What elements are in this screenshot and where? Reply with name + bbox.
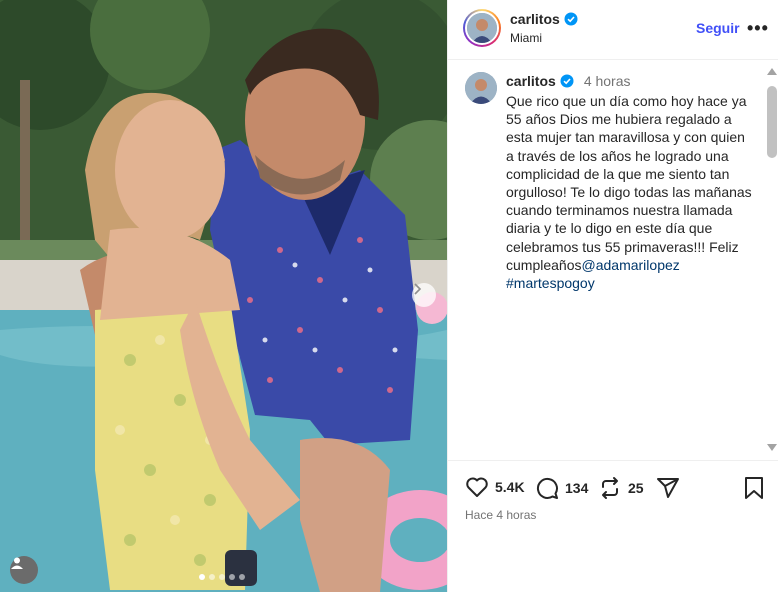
repost-count[interactable]: 25 — [628, 480, 644, 496]
hashtag-link[interactable]: #martespogoy — [506, 275, 595, 291]
carousel-indicator — [199, 574, 245, 580]
carousel-dot — [219, 574, 225, 580]
post-photo[interactable] — [0, 0, 447, 592]
author-username-text[interactable]: carlitos — [510, 11, 560, 27]
heart-icon — [466, 477, 488, 497]
carousel-dot — [239, 574, 245, 580]
caption-author-avatar[interactable] — [465, 72, 497, 104]
follow-button[interactable]: Seguir — [696, 20, 740, 36]
repost-icon — [602, 477, 618, 499]
post-timestamp[interactable]: Hace 4 horas — [465, 508, 536, 522]
user-icon — [11, 557, 23, 569]
share-button[interactable] — [656, 476, 680, 500]
carousel-dot — [229, 574, 235, 580]
verified-badge-icon — [560, 74, 574, 88]
author-username[interactable]: carlitos — [510, 11, 578, 27]
caption-body: Que rico que un día como hoy hace ya 55 … — [506, 93, 752, 273]
caption-time: 4 horas — [583, 73, 631, 89]
chevron-right-icon — [414, 283, 422, 295]
comment-icon — [536, 477, 558, 499]
bookmark-icon — [745, 477, 763, 499]
caption-header: carlitos 4 horas — [506, 73, 631, 89]
carousel-next-button[interactable] — [412, 283, 436, 307]
like-count[interactable]: 5.4K — [495, 479, 525, 495]
caption-section: carlitos 4 horas Que rico que un día com… — [448, 60, 778, 460]
author-avatar[interactable] — [463, 9, 501, 47]
avatar-image — [465, 72, 497, 104]
post-location[interactable]: Miami — [510, 31, 542, 45]
carousel-dot — [209, 574, 215, 580]
repost-button[interactable]: 25 — [598, 476, 644, 500]
caption-scrollbar[interactable] — [765, 64, 778, 458]
avatar-image — [467, 13, 497, 43]
mention-link[interactable]: @adamarilopez — [582, 257, 680, 273]
save-button[interactable] — [744, 476, 764, 500]
scroll-down-arrow-icon[interactable] — [767, 444, 777, 451]
share-icon — [657, 478, 679, 498]
carousel-dot — [199, 574, 205, 580]
photo-illustration — [0, 0, 447, 592]
like-button[interactable]: 5.4K — [465, 476, 525, 498]
more-options-button[interactable]: ••• — [747, 18, 769, 39]
scrollbar-thumb[interactable] — [767, 86, 777, 158]
verified-badge-icon — [564, 12, 578, 26]
tagged-user-button[interactable] — [10, 556, 38, 584]
post-side-panel: carlitos Miami Seguir ••• carlitos 4 hor… — [447, 0, 778, 592]
comment-button[interactable]: 134 — [535, 476, 588, 500]
post-header: carlitos Miami Seguir ••• — [448, 0, 778, 60]
caption-author-username[interactable]: carlitos — [506, 73, 556, 89]
scroll-up-arrow-icon[interactable] — [767, 68, 777, 75]
comment-count[interactable]: 134 — [565, 480, 588, 496]
caption-text: Que rico que un día como hoy hace ya 55 … — [506, 92, 756, 292]
post-actions: 5.4K 134 25 Hace 4 horas — [448, 460, 778, 592]
